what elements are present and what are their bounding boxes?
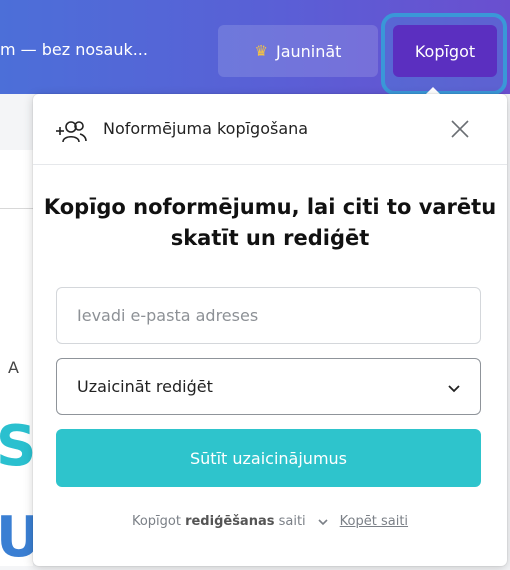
email-input[interactable] — [56, 287, 481, 344]
popup-header: Noformējuma kopīgošana — [33, 94, 507, 165]
upgrade-label: Jaunināt — [275, 41, 342, 61]
share-popup: Noformējuma kopīgošana Kopīgo noformējum… — [33, 94, 507, 566]
share-link-suffix: saiti — [278, 514, 306, 529]
top-bar: m — bez nosauk... ♛ Jaunināt Kopīgot — [0, 0, 510, 95]
chevron-down-icon — [448, 385, 460, 393]
share-link-type: rediģēšanas — [185, 514, 275, 529]
popup-heading: Kopīgo noformējumu, lai citi to varētu s… — [43, 195, 497, 250]
divider — [0, 208, 33, 209]
popup-title: Noformējuma kopīgošana — [103, 119, 309, 138]
canvas-letter: S — [0, 414, 37, 479]
permission-select[interactable]: Uzaicināt rediģēt — [56, 358, 481, 415]
permission-value: Uzaicināt rediģēt — [77, 377, 213, 396]
add-people-icon — [56, 121, 87, 143]
upgrade-button[interactable]: ♛ Jaunināt — [218, 25, 378, 77]
close-icon[interactable] — [447, 116, 473, 142]
crown-icon: ♛ — [254, 42, 268, 60]
share-link-footer: Kopīgot rediģēšanas saiti Kopēt saiti — [33, 514, 507, 529]
share-link-prefix: Kopīgot — [131, 514, 181, 529]
send-invites-button[interactable]: Sūtīt uzaicinājumus — [56, 429, 481, 487]
share-link-option[interactable]: Kopīgot rediģēšanas saiti — [132, 514, 306, 529]
canvas-text: A — [8, 358, 20, 377]
document-title[interactable]: m — bez nosauk... — [0, 40, 148, 59]
share-button[interactable]: Kopīgot — [393, 25, 497, 77]
chevron-down-icon[interactable] — [316, 515, 330, 529]
copy-link[interactable]: Kopēt saiti — [340, 514, 408, 529]
